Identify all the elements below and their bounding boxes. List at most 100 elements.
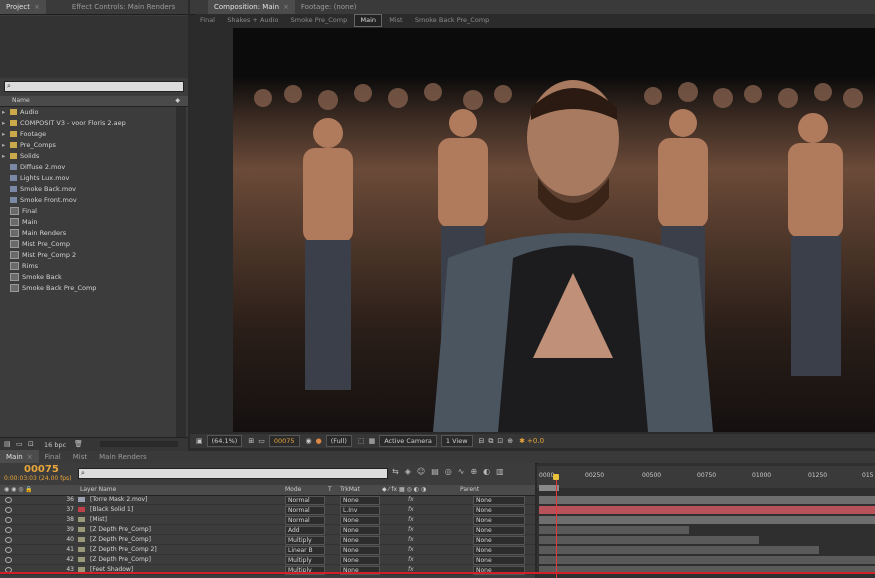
disclosure-triangle-icon[interactable]: ▸ <box>2 118 10 129</box>
label-color-swatch[interactable] <box>78 527 85 532</box>
disclosure-triangle-icon[interactable]: ▸ <box>2 129 10 140</box>
parent-select[interactable]: None <box>473 516 525 525</box>
name-column-header[interactable]: Name <box>12 97 30 104</box>
table-row[interactable]: 36 [Torre Mask 2.mov] Normal None fx None <box>0 495 535 505</box>
magnification-select[interactable]: (64.1%) <box>206 435 243 447</box>
layer-duration-bar[interactable] <box>539 526 689 534</box>
table-row[interactable]: 40 [Z Depth Pre_Comp] Multiply None fx None <box>0 535 535 545</box>
layer-name[interactable]: [Z Depth Pre_Comp] <box>90 535 151 544</box>
breadcrumb-smoke-pre-comp[interactable]: Smoke Pre_Comp <box>286 15 353 26</box>
fx-switch-icon[interactable]: fx <box>408 515 414 524</box>
label-color-swatch[interactable] <box>78 507 85 512</box>
t-header[interactable]: T <box>328 486 332 493</box>
frame-blending-icon[interactable]: ▤ <box>431 467 445 476</box>
eye-icon[interactable] <box>5 497 12 503</box>
always-preview-icon[interactable]: ▣ <box>196 437 203 445</box>
tab-project[interactable]: Project × <box>0 0 46 14</box>
mode-select[interactable]: Normal <box>285 496 325 505</box>
label-color-swatch[interactable] <box>78 537 85 542</box>
mode-select[interactable]: Normal <box>285 506 325 515</box>
bit-depth-label[interactable]: 16 bpc <box>44 441 66 449</box>
parent-select[interactable]: None <box>473 546 525 555</box>
mode-select[interactable]: Add <box>285 526 325 535</box>
safe-zones-icon[interactable]: ⊞ <box>248 437 254 445</box>
timeline-search-input[interactable]: ⌕ <box>78 468 388 479</box>
project-search-input[interactable]: ⌕ <box>4 81 184 92</box>
timeline-icon[interactable]: ⊡ <box>497 437 503 445</box>
mode-select[interactable]: Linear B <box>285 546 325 555</box>
fast-previews-icon[interactable]: ⧉ <box>488 437 493 446</box>
layer-duration-bar[interactable] <box>539 506 875 514</box>
view-layout-select[interactable]: 1 View <box>440 435 473 447</box>
fx-switch-icon[interactable]: fx <box>408 505 414 514</box>
parent-select[interactable]: None <box>473 556 525 565</box>
mode-header[interactable]: Mode <box>285 486 301 493</box>
exposure-value[interactable]: +0.0 <box>527 437 544 445</box>
parent-header[interactable]: Parent <box>460 486 479 493</box>
eye-icon[interactable] <box>5 557 12 563</box>
table-row[interactable]: 38 [Mist] Normal None fx None <box>0 515 535 525</box>
project-item[interactable]: Rims <box>0 261 188 272</box>
layer-duration-bar[interactable] <box>539 556 875 564</box>
table-row[interactable]: 41 [Z Depth Pre_Comp 2] Linear B None fx None <box>0 545 535 555</box>
graph-editor-icon[interactable]: ∿ <box>458 467 471 476</box>
tab-composition-main[interactable]: Composition: Main × <box>208 0 295 14</box>
breadcrumb-shakes-audio[interactable]: Shakes + Audio <box>222 15 283 26</box>
camera-select[interactable]: Active Camera <box>379 435 437 447</box>
trkmat-select[interactable]: None <box>340 556 380 565</box>
disclosure-triangle-icon[interactable]: ▸ <box>2 140 10 151</box>
interpret-footage-icon[interactable]: ▤ <box>4 440 11 448</box>
tab-timeline-main-renders[interactable]: Main Renders <box>93 450 153 464</box>
trkmat-select[interactable]: None <box>340 496 380 505</box>
fx-switch-icon[interactable]: fx <box>408 555 414 564</box>
trkmat-select[interactable]: None <box>340 546 380 555</box>
fx-switch-icon[interactable]: fx <box>408 495 414 504</box>
project-scrollbar[interactable] <box>176 107 186 437</box>
hide-shy-icon[interactable]: ☺ <box>417 467 431 476</box>
project-item[interactable]: ▸ Pre_Comps <box>0 140 188 151</box>
trkmat-header[interactable]: TrkMat <box>340 486 360 493</box>
label-column-icon[interactable]: ◆ <box>175 97 180 104</box>
timeline-current-time[interactable]: 00075 <box>24 464 59 475</box>
trkmat-select[interactable]: None <box>340 516 380 525</box>
breadcrumb-main[interactable]: Main <box>354 14 383 27</box>
comp-flowchart-icon[interactable]: ⊕ <box>507 437 513 445</box>
parent-select[interactable]: None <box>473 526 525 535</box>
fx-switch-icon[interactable]: fx <box>408 535 414 544</box>
eye-icon[interactable] <box>5 547 12 553</box>
snapshot-icon[interactable]: ◉ <box>306 437 312 445</box>
project-item[interactable]: ▸ Audio <box>0 107 188 118</box>
tab-timeline-main[interactable]: Main × <box>0 450 39 464</box>
comp-mini-flowchart-icon[interactable]: ⇆ <box>392 467 405 476</box>
mask-visibility-icon[interactable]: ▭ <box>258 437 265 445</box>
breadcrumb-final[interactable]: Final <box>195 15 220 26</box>
eye-icon[interactable] <box>5 537 12 543</box>
region-of-interest-icon[interactable]: ⬚ <box>358 437 365 445</box>
project-item[interactable]: Smoke Back Pre_Comp <box>0 283 188 294</box>
trash-icon[interactable]: 🗑 <box>74 440 83 448</box>
draft-3d-icon[interactable]: ◈ <box>405 467 417 476</box>
motion-blur-icon[interactable]: ◎ <box>445 467 458 476</box>
fx-switch-icon[interactable]: fx <box>408 525 414 534</box>
close-icon[interactable]: × <box>27 453 33 461</box>
tab-effect-controls[interactable]: Effect Controls: Main Renders <box>66 0 181 14</box>
breadcrumb-smoke-back-pre-comp[interactable]: Smoke Back Pre_Comp <box>410 15 494 26</box>
transparency-grid-icon[interactable]: ▦ <box>369 437 376 445</box>
project-hscroll[interactable] <box>100 441 178 447</box>
close-icon[interactable]: × <box>34 3 40 11</box>
tab-timeline-final[interactable]: Final <box>39 450 67 464</box>
project-item[interactable]: Final <box>0 206 188 217</box>
new-folder-icon[interactable]: ▭ <box>16 440 23 448</box>
eye-icon[interactable] <box>5 507 12 513</box>
project-item[interactable]: Smoke Front.mov <box>0 195 188 206</box>
parent-select[interactable]: None <box>473 536 525 545</box>
breadcrumb-mist[interactable]: Mist <box>384 15 407 26</box>
current-time-field[interactable]: 00075 <box>268 435 300 447</box>
parent-select[interactable]: None <box>473 496 525 505</box>
project-item[interactable]: Diffuse 2.mov <box>0 162 188 173</box>
tab-footage[interactable]: Footage: (none) <box>295 0 363 14</box>
label-color-swatch[interactable] <box>78 547 85 552</box>
mode-select[interactable]: Multiply <box>285 556 325 565</box>
label-color-swatch[interactable] <box>78 557 85 562</box>
channel-icon[interactable]: ● <box>316 437 322 445</box>
